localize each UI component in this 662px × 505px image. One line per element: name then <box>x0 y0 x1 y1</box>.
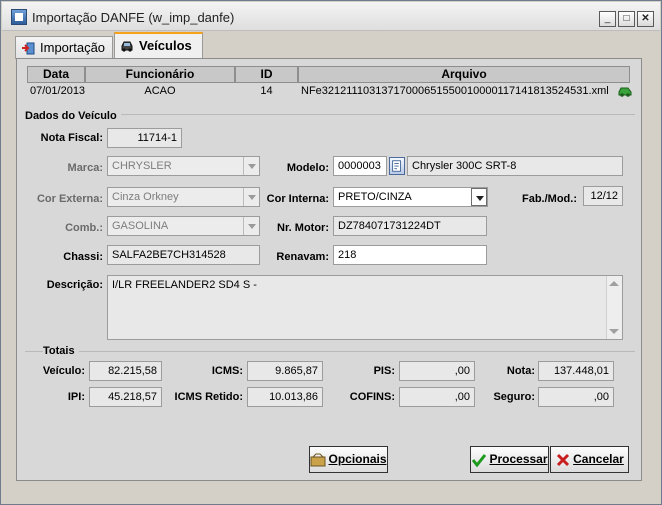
cell-arquivo: NFe3212111031371700065155001000011714181… <box>298 83 616 100</box>
chevron-down-icon <box>243 157 259 175</box>
lookup-icon[interactable] <box>389 157 405 175</box>
cor-externa-label: Cor Externa: <box>36 193 103 205</box>
marca-label: Marca: <box>67 162 103 174</box>
title-bar[interactable]: Importação DANFE (w_imp_danfe) _ □ ✕ <box>2 2 660 31</box>
opcionais-button[interactable]: Opcionais <box>309 446 388 473</box>
import-icon <box>22 42 35 55</box>
totais-title: Totais <box>43 345 79 357</box>
chassi-field: SALFA2BE7CH314528 <box>107 245 260 265</box>
scroll-down-icon[interactable] <box>609 329 619 334</box>
maximize-button[interactable]: □ <box>618 11 635 27</box>
modelo-label: Modelo: <box>286 162 329 174</box>
vehicle-icon <box>121 41 133 52</box>
tab-importacao[interactable]: Importação <box>15 36 113 59</box>
scroll-up-icon[interactable] <box>609 281 619 286</box>
dados-veiculo-title: Dados do Veículo <box>25 110 121 122</box>
seguro-field: ,00 <box>538 387 614 407</box>
ipi-label: IPI: <box>67 391 85 403</box>
veiculo-label: Veículo: <box>42 365 85 377</box>
chassi-label: Chassi: <box>63 251 103 263</box>
ipi-field: 45.218,57 <box>89 387 162 407</box>
icms-label: ICMS: <box>211 365 243 377</box>
tab-label: Importação <box>40 40 106 55</box>
cor-interna-value: PRETO/CINZA <box>338 191 412 203</box>
tab-veiculos[interactable]: Veículos <box>114 32 203 59</box>
combustivel-value: GASOLINA <box>112 220 169 232</box>
marca-select[interactable]: CHRYSLER <box>107 156 260 176</box>
nota-fiscal-field: 11714-1 <box>107 128 182 148</box>
modelo-code-field[interactable]: 0000003 <box>333 156 387 176</box>
icms-retido-label: ICMS Retido: <box>174 391 243 403</box>
nota-total-field: 137.448,01 <box>538 361 614 381</box>
veiculos-panel: Data Funcionário ID Arquivo 07/01/2013 A… <box>16 58 642 481</box>
table-row[interactable]: 07/01/2013 ACAO 14 NFe321211103137170006… <box>27 83 616 100</box>
options-icon <box>310 453 326 467</box>
chevron-down-icon <box>471 188 487 206</box>
descricao-scrollbar[interactable] <box>606 276 622 339</box>
cell-funcionario: ACAO <box>85 83 235 100</box>
cancelar-button[interactable]: Cancelar <box>550 446 629 473</box>
nota-fiscal-label: Nota Fiscal: <box>40 132 103 144</box>
grid-header: Data Funcionário ID Arquivo <box>27 66 630 83</box>
icms-field: 9.865,87 <box>247 361 323 381</box>
renavam-label: Renavam: <box>276 251 329 263</box>
renavam-field[interactable]: 218 <box>333 245 487 265</box>
chevron-down-icon <box>243 217 259 235</box>
app-icon <box>11 9 27 25</box>
cell-data: 07/01/2013 <box>27 83 85 100</box>
cor-interna-select[interactable]: PRETO/CINZA <box>333 187 488 207</box>
cor-externa-select[interactable]: Cinza Orkney <box>107 187 260 207</box>
modelo-description-field: Chrysler 300C SRT-8 <box>407 156 623 176</box>
window-title: Importação DANFE (w_imp_danfe) <box>32 10 235 25</box>
nr-motor-field: DZ784071731224DT <box>333 216 487 236</box>
processar-button[interactable]: Processar <box>470 446 549 473</box>
column-header-arquivo[interactable]: Arquivo <box>298 66 630 83</box>
fab-mod-label: Fab./Mod.: <box>522 193 577 205</box>
pis-field: ,00 <box>399 361 475 381</box>
close-button[interactable]: ✕ <box>637 11 654 27</box>
check-icon <box>472 453 487 467</box>
cor-interna-label: Cor Interna: <box>266 193 329 205</box>
icms-retido-field: 10.013,86 <box>247 387 323 407</box>
main-window: Importação DANFE (w_imp_danfe) _ □ ✕ Imp… <box>0 0 662 505</box>
comb-label: Comb.: <box>65 222 103 234</box>
chevron-down-icon <box>243 188 259 206</box>
column-header-data[interactable]: Data <box>27 66 85 83</box>
fab-mod-field: 12/12 <box>583 186 623 206</box>
cell-id: 14 <box>235 83 298 100</box>
descricao-value: I/LR FREELANDER2 SD4 S - <box>112 279 257 291</box>
pis-label: PIS: <box>373 365 395 377</box>
nr-motor-label: Nr. Motor: <box>277 222 329 234</box>
marca-value: CHRYSLER <box>112 160 172 172</box>
processar-label: Processar <box>489 452 548 466</box>
car-status-icon[interactable] <box>617 83 633 99</box>
seguro-label: Seguro: <box>493 391 535 403</box>
minimize-button[interactable]: _ <box>599 11 616 27</box>
descricao-label: Descrição: <box>46 279 103 291</box>
column-header-funcionario[interactable]: Funcionário <box>85 66 235 83</box>
tab-label: Veículos <box>139 38 192 53</box>
veiculo-total-field: 82.215,58 <box>89 361 162 381</box>
cancel-x-icon <box>557 453 570 466</box>
cancelar-label: Cancelar <box>573 452 624 466</box>
cor-externa-value: Cinza Orkney <box>112 191 179 203</box>
descricao-textarea[interactable]: I/LR FREELANDER2 SD4 S - <box>107 275 623 340</box>
nota-label: Nota: <box>506 365 535 377</box>
cofins-field: ,00 <box>399 387 475 407</box>
cofins-label: COFINS: <box>349 391 395 403</box>
column-header-id[interactable]: ID <box>235 66 298 83</box>
combustivel-select[interactable]: GASOLINA <box>107 216 260 236</box>
opcionais-label: Opcionais <box>328 452 387 466</box>
